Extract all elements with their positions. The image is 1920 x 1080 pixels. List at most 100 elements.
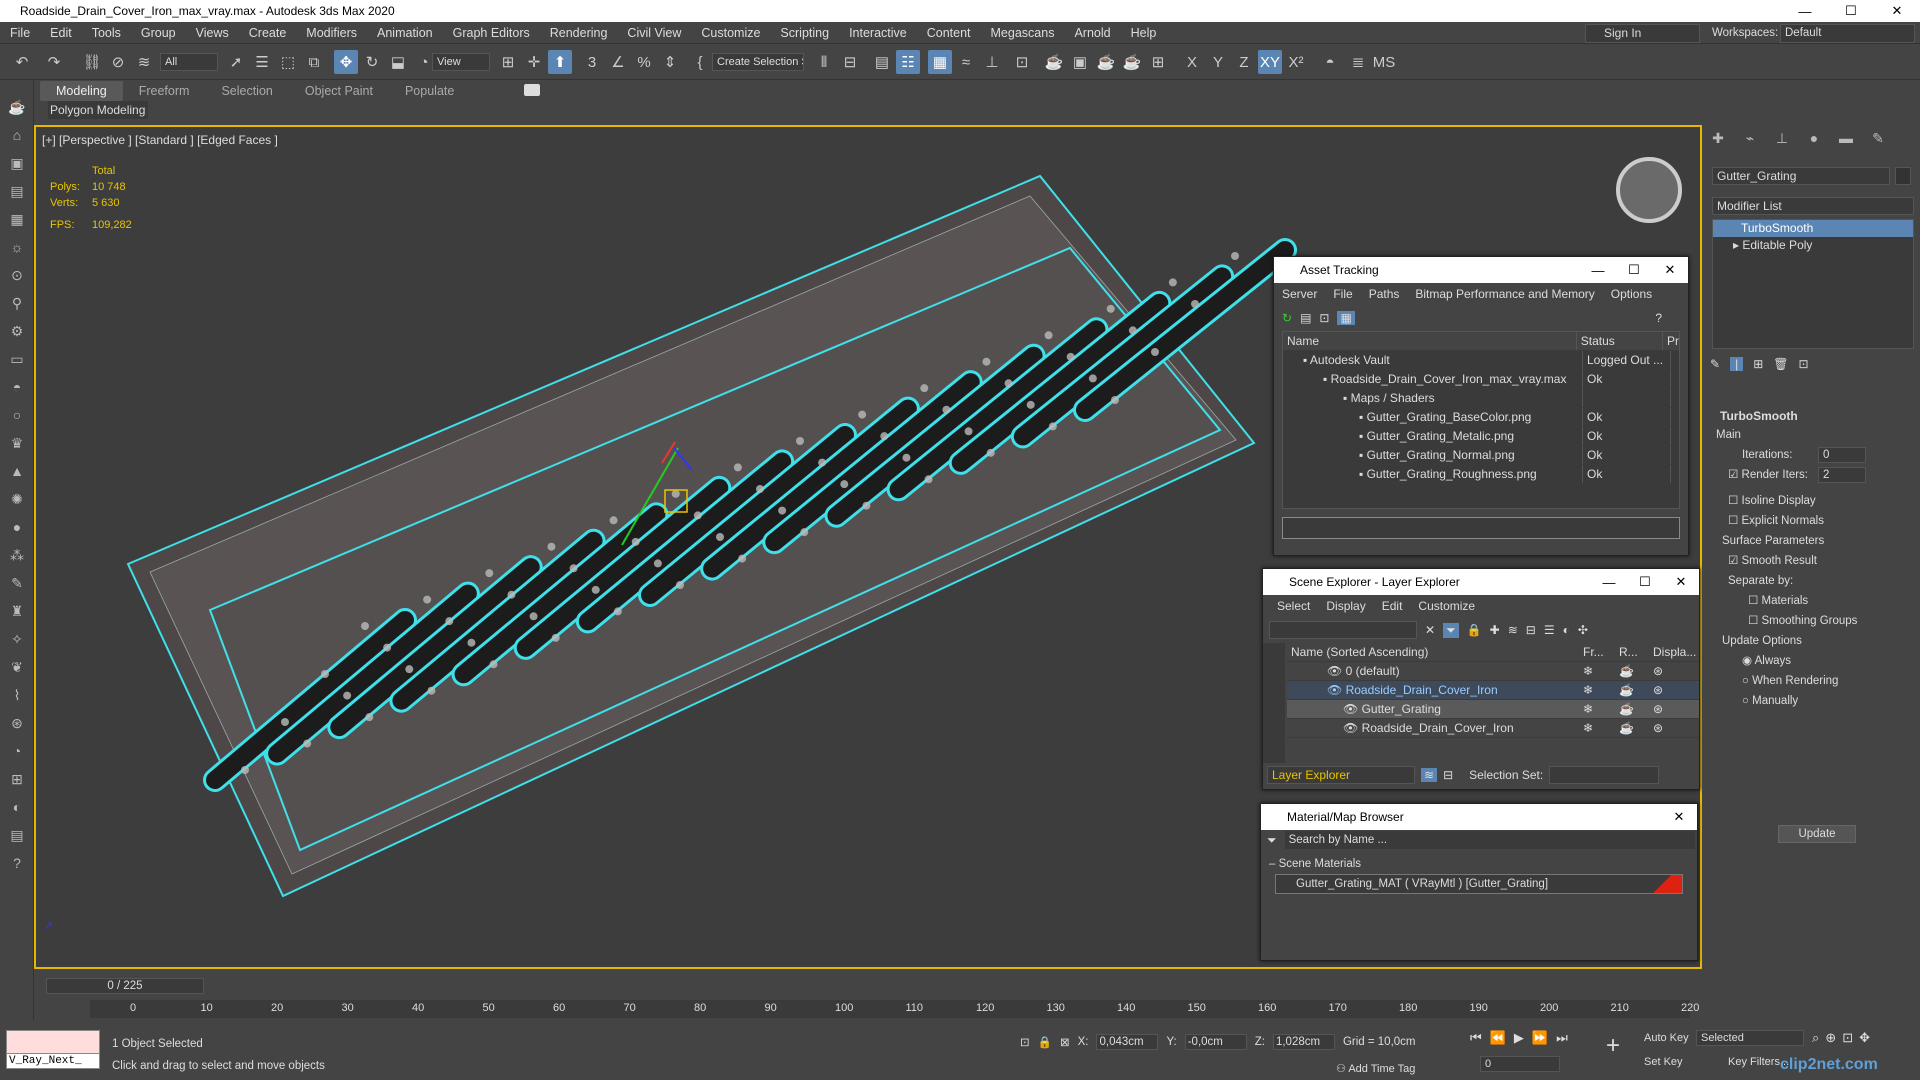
camera-icon[interactable]: ⊙ (5, 264, 29, 286)
display-mode-icon[interactable]: ⊛ (1653, 719, 1663, 737)
toggle-layer-explorer-icon[interactable]: ☷ (896, 50, 920, 74)
help-icon[interactable]: ? (5, 852, 29, 874)
motion-tab-icon[interactable]: ● (1798, 125, 1830, 151)
materials-checkbox[interactable]: ☐ Materials (1708, 591, 1914, 611)
asset-row[interactable]: ▪ Gutter_Grating_BaseColor.png Ok (1283, 408, 1679, 427)
close-button[interactable]: ✕ (1874, 0, 1920, 22)
scene-menu-edit[interactable]: Edit (1374, 599, 1411, 613)
stack-item-turbosmooth[interactable]: TurboSmooth (1713, 220, 1913, 237)
col-freeze[interactable]: Fr... (1583, 643, 1619, 661)
ribbon-tab-object-paint[interactable]: Object Paint (289, 81, 389, 101)
scale-icon[interactable]: ⬓ (386, 50, 410, 74)
rotate-icon[interactable]: ↻ (360, 50, 384, 74)
renderable-icon[interactable]: ☕ (1619, 662, 1653, 680)
set-key-big-icon[interactable]: + (1600, 1032, 1626, 1068)
axis-x-button[interactable]: X (1180, 50, 1204, 74)
align-icon[interactable]: ⊟ (838, 50, 862, 74)
menu-item-help[interactable]: Help (1121, 26, 1167, 40)
col-display[interactable]: Displa... (1653, 643, 1696, 661)
cone-icon[interactable]: ▲ (5, 460, 29, 482)
selection-lock-icon[interactable]: 🔒 (1038, 1035, 1052, 1049)
zoom-extents-icon[interactable]: ⊡ (1842, 1030, 1853, 1046)
display-mode-icon[interactable]: ⊛ (1653, 681, 1663, 699)
freeze-icon[interactable]: ❄ (1583, 681, 1619, 699)
renderable-icon[interactable]: ☕ (1619, 700, 1653, 718)
cylinder-icon[interactable]: ● (5, 516, 29, 538)
spinner-snap-icon[interactable]: ⇕ (658, 50, 682, 74)
spacewarp-icon[interactable]: ⚙ (5, 320, 29, 342)
asset-row[interactable]: ▪ Gutter_Grating_Metalic.png Ok (1283, 427, 1679, 446)
unlink-icon[interactable]: ⊘ (106, 50, 130, 74)
freeze-icon[interactable]: ❄ (1583, 662, 1619, 680)
add-time-tag[interactable]: ⚇ Add Time Tag (1336, 1062, 1415, 1075)
angle-snap-icon[interactable]: ∠ (606, 50, 630, 74)
torus-icon[interactable]: ○ (5, 404, 29, 426)
cloth-icon[interactable]: ⊛ (5, 712, 29, 734)
remove-modifier-icon[interactable]: 🗑 (1773, 357, 1788, 371)
render-in-cloud-icon[interactable]: ⊞ (1146, 50, 1170, 74)
update-button[interactable]: Update (1778, 825, 1856, 843)
make-unique-icon[interactable]: ⊞ (1753, 357, 1763, 371)
hedra-icon[interactable]: ♛ (5, 432, 29, 454)
asset-close-button[interactable]: ✕ (1652, 257, 1688, 283)
absolute-mode-icon[interactable]: ⊠ (1060, 1035, 1070, 1049)
reference-coord-dropdown[interactable]: View (432, 53, 490, 71)
scene-close-button[interactable]: ✕ (1663, 569, 1699, 595)
display-tab-icon[interactable]: ▬ (1830, 125, 1862, 151)
light-icon[interactable]: ☼ (5, 236, 29, 258)
z-coord-field[interactable]: 1,028cm (1272, 1034, 1335, 1050)
viewcube-icon[interactable] (1616, 157, 1682, 223)
vray-light-icon[interactable]: ◓ (1318, 50, 1342, 74)
viewport-layout-icon[interactable]: ◐ (5, 796, 29, 818)
zoom-icon[interactable]: ⌕ (1812, 1030, 1819, 1046)
asset-menu-file[interactable]: File (1325, 287, 1360, 301)
window-crossing-icon[interactable]: ⧉ (302, 50, 326, 74)
geometry-icon[interactable]: ▣ (5, 152, 29, 174)
workspace-dropdown[interactable]: Default (1780, 24, 1915, 43)
axis-constraint-icon[interactable]: X² (1284, 50, 1308, 74)
refresh-icon[interactable]: ↻ (1282, 311, 1292, 325)
keyboard-shortcut-toggle-icon[interactable]: ⬆ (548, 50, 572, 74)
modify-tab-icon[interactable]: ⌁ (1734, 125, 1766, 151)
layer-row[interactable]: 👁 Roadside_Drain_Cover_Iron ❄ ☕ ⊛ (1287, 681, 1699, 700)
scene-menu-customize[interactable]: Customize (1410, 599, 1483, 613)
asset-row[interactable]: ▪ Gutter_Grating_Normal.png Ok (1283, 446, 1679, 465)
axis-xy-button[interactable]: XY (1258, 50, 1282, 74)
menu-item-modifiers[interactable]: Modifiers (296, 26, 367, 40)
utilities-tab-icon[interactable]: ✎ (1862, 125, 1894, 151)
menu-item-file[interactable]: File (0, 26, 40, 40)
named-selection-dropdown[interactable]: Create Selection Se (712, 53, 804, 71)
asset-row[interactable]: ▪ Gutter_Grating_Roughness.png Ok (1283, 465, 1679, 484)
toggle-scene-explorer-icon[interactable]: ▤ (870, 50, 894, 74)
col-name[interactable]: Name (1283, 332, 1577, 350)
sort-mode-icon[interactable]: ⊟ (1443, 768, 1453, 782)
ribbon-options-icon[interactable] (524, 84, 540, 96)
percent-snap-icon[interactable]: % (632, 50, 656, 74)
mirror-icon[interactable]: ⫴ (812, 50, 836, 74)
lock-icon[interactable]: 🔒 (1467, 623, 1482, 637)
auto-key-button[interactable]: Auto Key (1644, 1032, 1689, 1044)
curve-editor-icon[interactable]: ≈ (954, 50, 978, 74)
grid-icon[interactable]: ▦ (5, 208, 29, 230)
stack-icon[interactable]: ☰ (1544, 623, 1555, 637)
create-tab-icon[interactable]: ✚ (1702, 125, 1734, 151)
display-icon[interactable]: ◔ (5, 740, 29, 762)
key-mode-dropdown[interactable]: Selected (1696, 1030, 1804, 1046)
help-query-icon[interactable]: ? (1655, 311, 1662, 325)
biped-icon[interactable]: ♜ (5, 600, 29, 622)
scene-menu-select[interactable]: Select (1269, 599, 1318, 613)
scene-materials-group[interactable]: – Scene Materials (1261, 858, 1697, 870)
hair-icon[interactable]: ❦ (5, 656, 29, 678)
menu-item-graph-editors[interactable]: Graph Editors (443, 26, 540, 40)
isolate-icon[interactable]: ⊡ (1020, 1035, 1030, 1049)
col-render[interactable]: R... (1619, 643, 1653, 661)
link-icon[interactable]: ⛓ (80, 50, 104, 74)
axis-y-button[interactable]: Y (1206, 50, 1230, 74)
material-search-input[interactable]: Search by Name ... (1284, 831, 1695, 849)
freeze-icon[interactable]: ❄ (1583, 700, 1619, 718)
pan-icon[interactable]: ✥ (1859, 1030, 1870, 1046)
gizmo-icon[interactable]: ✧ (5, 628, 29, 650)
thumb-icon[interactable]: ⊡ (1319, 311, 1329, 325)
material-editor-icon[interactable]: ⊡ (1010, 50, 1034, 74)
layer-row[interactable]: 👁 Roadside_Drain_Cover_Iron ❄ ☕ ⊛ (1287, 719, 1699, 738)
